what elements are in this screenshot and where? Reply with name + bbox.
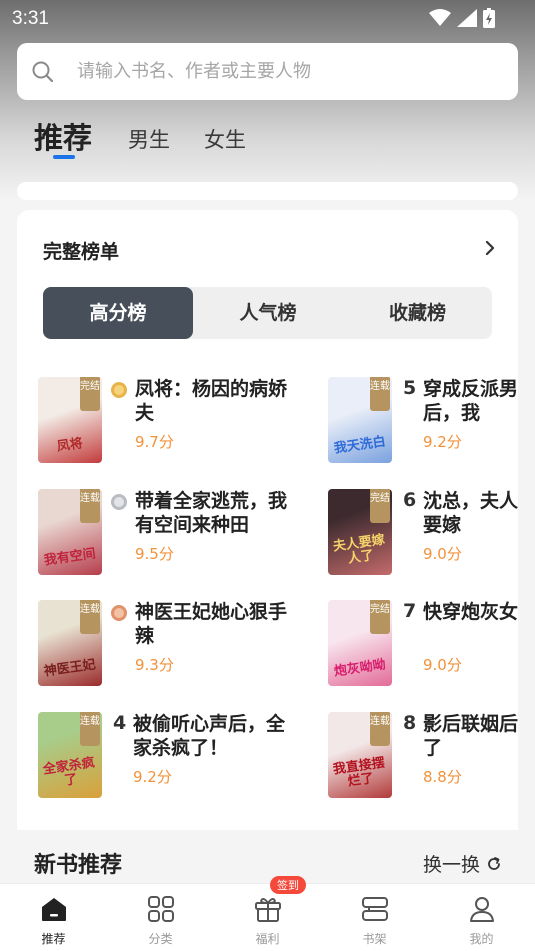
rank-number: 7 — [403, 600, 417, 622]
book-status-tag: 完结 — [370, 600, 390, 634]
ranking-book-5[interactable]: 连载 我天洗白 5 穿成反派男主前妻后，我 9.2分 — [328, 377, 518, 467]
nav-label: 推荐 — [41, 932, 66, 946]
bottom-nav: 推荐 分类 福利 书架 我的 签到 — [0, 876, 535, 951]
refresh-button[interactable]: 换一换 — [423, 850, 502, 877]
book-status-tag: 连载 — [80, 489, 100, 523]
cover-title: 我天洗白 — [333, 434, 387, 457]
tab-male[interactable]: 男生 — [128, 124, 170, 154]
nav-profile[interactable]: 我的 — [428, 884, 535, 951]
ranking-book-6[interactable]: 完结 夫人要嫁人了 6 沈总，夫人的孩子要嫁 9.0分 — [328, 489, 518, 579]
status-time: 3:31 — [12, 8, 49, 29]
ranking-book-7[interactable]: 完结 炮灰呦呦 7 快穿炮灰女配打脸 9.0分 — [328, 600, 518, 690]
bronze-medal-icon — [111, 605, 127, 621]
silver-medal-icon — [111, 494, 127, 510]
banner-placeholder — [17, 182, 518, 200]
ranking-book-3[interactable]: 连载 神医王妃 神医王妃她心狠手辣 9.3分 — [38, 600, 298, 690]
book-cover: 完结 凤将 — [38, 377, 102, 463]
tab-female[interactable]: 女生 — [204, 124, 246, 154]
book-score: 9.5分 — [135, 545, 174, 563]
wifi-icon — [429, 9, 451, 26]
ranking-book-2[interactable]: 连载 我有空间 带着全家逃荒，我有空间来种田 9.5分 — [38, 489, 298, 579]
refresh-icon — [488, 856, 500, 870]
book-cover: 连载 我有空间 — [38, 489, 102, 575]
rank-number: 5 — [403, 377, 417, 399]
new-books-title: 新书推荐 — [34, 853, 123, 878]
book-name: 沈总，夫人的孩子要嫁 — [423, 490, 518, 536]
tab-active-indicator — [53, 155, 75, 159]
ranking-card: 完整榜单 高分榜 人气榜 收藏榜 完结 凤将 凤将：杨因的病娇夫 9.7分 连载… — [17, 210, 518, 830]
checkin-badge: 签到 — [270, 876, 306, 894]
book-status-tag: 连载 — [370, 712, 390, 746]
signal-icon — [457, 9, 477, 27]
book-cover: 连载 全家杀疯了 — [38, 712, 102, 798]
nav-recommend[interactable]: 推荐 — [0, 884, 107, 951]
gold-medal-icon — [111, 382, 127, 398]
cover-title: 全家杀疯了 — [42, 755, 96, 789]
book-name: 带着全家逃荒，我有空间来种田 — [135, 490, 288, 536]
category-icon — [148, 896, 174, 922]
book-cover: 连载 我直接摆烂了 — [328, 712, 392, 798]
cover-title: 夫人要嫁人了 — [332, 532, 386, 567]
gift-icon — [255, 898, 281, 922]
ranking-book-4[interactable]: 连载 全家杀疯了 4 被偷听心声后，全家杀疯了！ 9.2分 — [38, 712, 298, 802]
bookshelf-icon — [362, 897, 388, 921]
book-score: 9.0分 — [423, 656, 462, 674]
book-name: 神医王妃她心狠手辣 — [135, 601, 288, 647]
refresh-label: 换一换 — [422, 854, 480, 876]
book-score: 9.2分 — [133, 768, 172, 786]
book-name: 穿成反派男主前妻后，我 — [423, 378, 518, 424]
book-cover: 连载 我天洗白 — [328, 377, 392, 463]
status-bar: 3:31 — [0, 0, 535, 36]
book-score: 9.3分 — [135, 656, 174, 674]
segment-high-score[interactable]: 高分榜 — [43, 287, 193, 339]
home-icon — [42, 898, 66, 921]
cover-title: 我有空间 — [43, 546, 97, 569]
ranking-book-8[interactable]: 连载 我直接摆烂了 8 影后联姻后接摆烂了 8.8分 — [328, 712, 518, 802]
book-name: 影后联姻后接摆烂了 — [423, 713, 518, 759]
book-status-tag: 完结 — [370, 489, 390, 523]
nav-label: 书架 — [362, 932, 387, 946]
book-score: 8.8分 — [423, 768, 462, 786]
battery-icon — [483, 8, 495, 28]
book-cover: 连载 神医王妃 — [38, 600, 102, 686]
book-status-tag: 连载 — [80, 712, 100, 746]
ranking-title: 完整榜单 — [43, 241, 120, 263]
nav-label: 福利 — [255, 932, 280, 946]
book-name: 快穿炮灰女配打脸 — [423, 601, 518, 623]
cover-title: 神医王妃 — [43, 657, 97, 680]
book-score: 9.2分 — [423, 433, 462, 451]
cover-title: 炮灰呦呦 — [333, 657, 387, 680]
book-score: 9.0分 — [423, 545, 462, 563]
book-name: 凤将：杨因的病娇夫 — [135, 378, 288, 424]
tab-recommend[interactable]: 推荐 — [34, 115, 92, 157]
book-name: 被偷听心声后，全家杀疯了！ — [133, 713, 286, 759]
cover-title: 我直接摆烂了 — [332, 755, 386, 790]
book-score: 9.7分 — [135, 433, 174, 451]
nav-label: 我的 — [469, 932, 494, 946]
book-status-tag: 连载 — [370, 377, 390, 411]
segment-favorites[interactable]: 收藏榜 — [343, 287, 492, 339]
ranking-segment-control: 高分榜 人气榜 收藏榜 — [43, 287, 492, 339]
nav-welfare[interactable]: 福利 — [214, 884, 321, 951]
profile-icon — [470, 897, 494, 922]
segment-popularity[interactable]: 人气榜 — [193, 287, 343, 339]
nav-bookshelf[interactable]: 书架 — [321, 884, 428, 951]
chevron-right-icon[interactable] — [484, 240, 496, 256]
book-status-tag: 完结 — [80, 377, 100, 411]
book-cover: 完结 炮灰呦呦 — [328, 600, 392, 686]
rank-number: 4 — [113, 712, 127, 734]
search-icon — [32, 61, 54, 83]
book-cover: 完结 夫人要嫁人了 — [328, 489, 392, 575]
search-bar[interactable] — [17, 43, 518, 100]
nav-label: 分类 — [148, 932, 173, 946]
rank-number: 8 — [403, 712, 417, 734]
nav-category[interactable]: 分类 — [107, 884, 214, 951]
book-status-tag: 连载 — [80, 600, 100, 634]
ranking-book-1[interactable]: 完结 凤将 凤将：杨因的病娇夫 9.7分 — [38, 377, 298, 467]
rank-number: 6 — [403, 489, 417, 511]
status-icons — [429, 8, 495, 28]
cover-title: 凤将 — [55, 436, 84, 455]
search-input[interactable] — [77, 43, 497, 100]
